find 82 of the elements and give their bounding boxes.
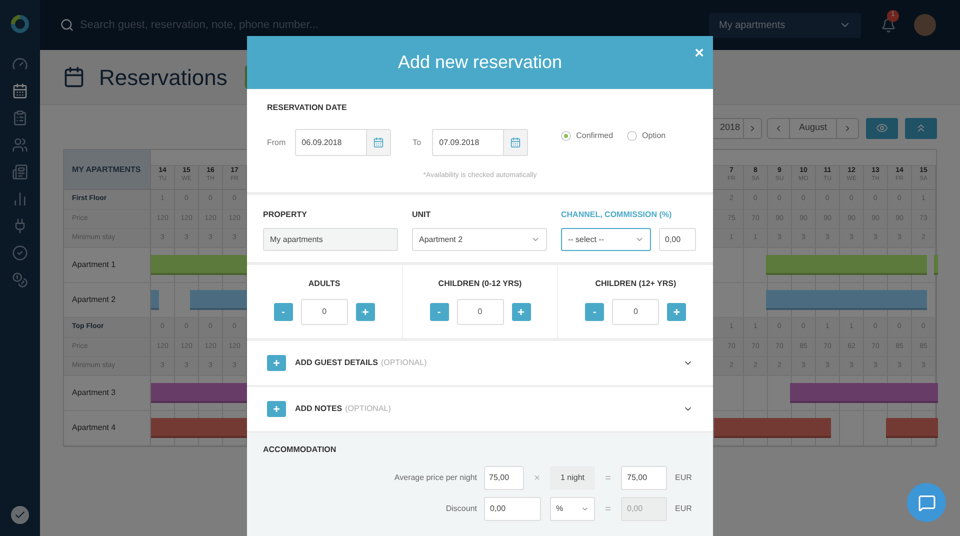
booking-bar[interactable] <box>151 290 159 310</box>
guest-count-field[interactable]: 0 <box>300 299 348 325</box>
guest-label: ADULTS <box>308 278 340 290</box>
chevron-down-icon <box>531 235 540 244</box>
guest-label: CHILDREN (12+ YRS) <box>595 278 676 290</box>
booking-bar[interactable] <box>714 418 831 438</box>
equals-sign: = <box>604 472 612 486</box>
year-label: 2018 <box>718 121 741 134</box>
chevron-right-icon <box>843 124 852 132</box>
discount-unit-select[interactable]: % <box>550 497 595 521</box>
times-sign: × <box>533 472 541 486</box>
section-heading: RESERVATION DATE <box>267 102 348 114</box>
check-icon[interactable] <box>12 245 28 261</box>
gauge-icon[interactable] <box>12 56 28 72</box>
calendar-icon[interactable] <box>12 83 28 99</box>
expander-row[interactable]: + ADD GUEST DETAILS (OPTIONAL) <box>247 341 713 387</box>
chevron-left-icon <box>774 124 783 132</box>
to-label: To <box>412 136 422 148</box>
optional-hint: (OPTIONAL) <box>345 403 391 415</box>
channel-select[interactable]: -- select -- <box>561 228 651 251</box>
month-stepper[interactable]: August <box>767 118 859 138</box>
field-label: PROPERTY <box>263 209 308 221</box>
view-button[interactable] <box>866 118 898 138</box>
calendar-heading: MY APARTMENTS <box>64 150 151 189</box>
check-status-icon[interactable] <box>11 506 29 524</box>
booking-bar[interactable] <box>151 255 247 275</box>
list-icon[interactable] <box>12 164 28 180</box>
from-label: From <box>267 136 286 148</box>
booking-bar[interactable] <box>934 255 938 275</box>
price-field[interactable]: 75,00 <box>484 466 524 490</box>
property-field[interactable]: My apartments <box>263 228 398 251</box>
chevron-right-icon <box>748 124 757 132</box>
optional-hint: (OPTIONAL) <box>380 357 427 369</box>
section-heading: ACCOMMODATION <box>263 444 338 456</box>
guest-count-field[interactable]: 0 <box>456 299 504 325</box>
search-icon <box>60 18 74 32</box>
price-label: Average price per night <box>394 472 477 484</box>
logo-icon <box>10 14 30 34</box>
currency-label: EUR <box>675 503 692 515</box>
to-date-field[interactable]: 07.09.2018 <box>432 129 528 156</box>
month-label: August <box>798 121 828 134</box>
nights-field: 1 night <box>550 466 595 490</box>
booking-bar[interactable] <box>886 418 938 438</box>
chevron-down-icon <box>635 235 644 244</box>
notification-icon[interactable] <box>881 18 896 32</box>
calendar-icon <box>63 66 85 88</box>
field-label: UNIT <box>412 209 432 221</box>
guest-label: CHILDREN (0-12 YRS) <box>438 278 522 290</box>
field-label: CHANNEL, COMMISSION (%) <box>561 209 673 221</box>
booking-bar[interactable] <box>151 418 247 438</box>
calendar-icon <box>510 137 522 148</box>
chart-icon[interactable] <box>12 191 28 207</box>
booking-bar[interactable] <box>766 290 927 310</box>
discount-total-field: 0,00 <box>621 497 667 521</box>
total-field[interactable]: 75,00 <box>621 466 667 490</box>
collapse-button[interactable] <box>905 118 937 138</box>
currency-label: EUR <box>675 472 692 484</box>
status-radio[interactable]: Option <box>627 130 666 142</box>
equals-sign: = <box>604 502 612 516</box>
commission-field[interactable]: 0,00 <box>659 228 696 251</box>
dialog-title: Add new reservation <box>398 51 562 74</box>
page-title: Reservations <box>99 64 228 92</box>
chat-icon <box>918 494 936 512</box>
discount-field[interactable]: 0,00 <box>484 497 541 521</box>
booking-bar[interactable] <box>151 383 247 403</box>
unit-select[interactable]: Apartment 2 <box>412 228 547 251</box>
expander-label: ADD GUEST DETAILS <box>295 357 378 369</box>
from-date-field[interactable]: 06.09.2018 <box>294 129 391 156</box>
booking-bar[interactable] <box>766 255 927 275</box>
status-radio[interactable]: Confirmed <box>561 130 614 142</box>
discount-label: Discount <box>446 503 477 515</box>
eye-icon <box>876 122 888 134</box>
booking-bar[interactable] <box>190 290 247 310</box>
expander-label: ADD NOTES <box>295 403 342 415</box>
clipboard-icon[interactable] <box>12 110 28 126</box>
double-chevron-up-icon <box>915 122 927 134</box>
avatar[interactable] <box>914 14 936 36</box>
booking-bar[interactable] <box>790 383 938 403</box>
calendar-icon <box>372 137 384 148</box>
chevron-down-icon <box>581 505 589 513</box>
users-icon[interactable] <box>12 137 28 153</box>
guest-count-field[interactable]: 0 <box>612 299 660 325</box>
